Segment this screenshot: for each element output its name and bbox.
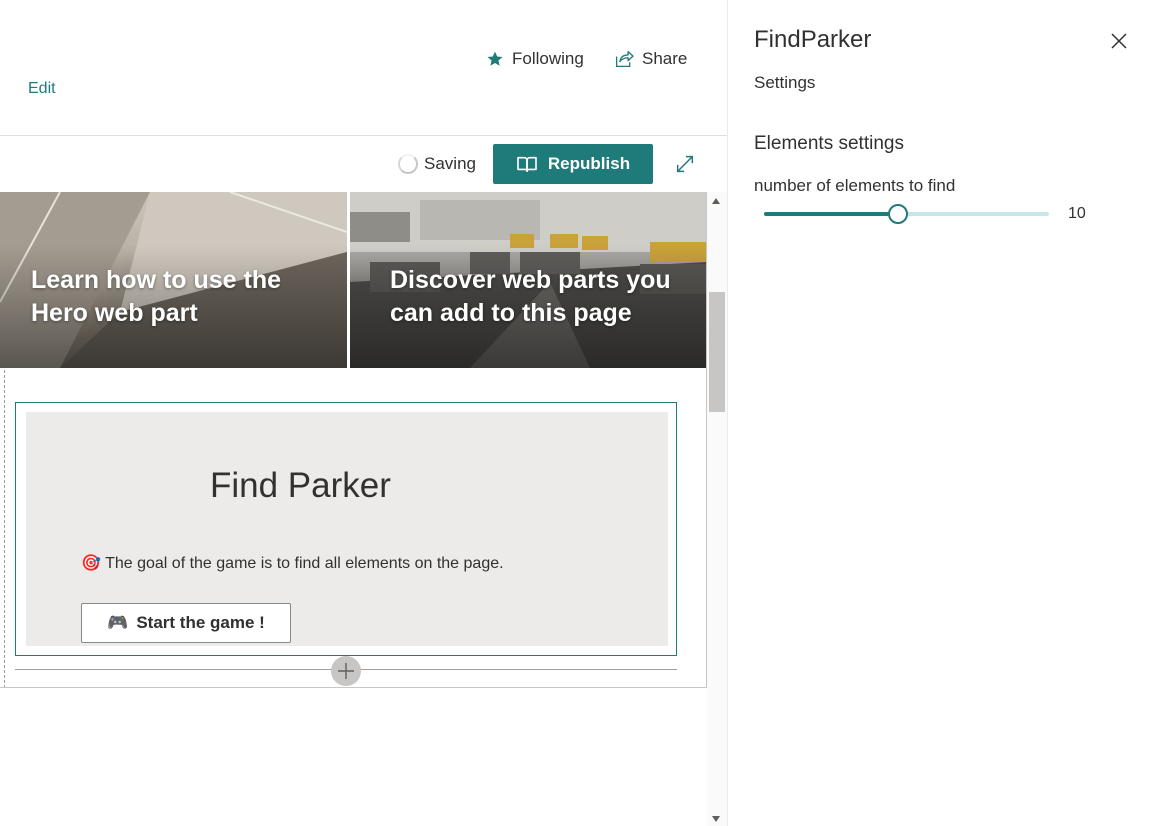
group-title: Elements settings xyxy=(754,133,904,154)
hero-tile[interactable]: Discover web parts you can add to this p… xyxy=(350,192,706,368)
scroll-thumb[interactable] xyxy=(709,292,725,412)
edit-link[interactable]: Edit xyxy=(28,80,56,98)
property-pane: FindParker Settings Elements settings nu… xyxy=(727,0,1152,826)
close-icon[interactable] xyxy=(1110,32,1128,50)
saving-status: Saving xyxy=(398,154,476,174)
slider-thumb[interactable] xyxy=(888,204,908,224)
book-icon xyxy=(517,156,537,173)
scroll-down-arrow-icon[interactable] xyxy=(712,816,720,822)
slider-label: number of elements to find xyxy=(754,176,956,195)
game-title: Find Parker xyxy=(210,466,391,505)
header-divider xyxy=(0,135,727,136)
findparker-webpart[interactable]: Find Parker 🎯 The goal of the game is to… xyxy=(15,402,677,656)
expand-icon[interactable] xyxy=(674,153,696,175)
share-button[interactable]: Share xyxy=(614,49,687,69)
plus-icon xyxy=(338,663,354,679)
vertical-scrollbar[interactable] xyxy=(707,192,727,826)
slider-value: 10 xyxy=(1068,205,1086,222)
game-description-text: The goal of the game is to find all elem… xyxy=(105,555,504,572)
start-game-label: Start the game ! xyxy=(136,613,265,632)
following-label: Following xyxy=(512,49,584,68)
share-icon xyxy=(615,50,634,68)
scroll-up-arrow-icon[interactable] xyxy=(712,198,720,204)
gamepad-icon: 🎮 xyxy=(107,613,129,632)
target-icon: 🎯 xyxy=(81,555,101,572)
app-root: Edit Following Share Saving Republish Le… xyxy=(0,0,1152,826)
following-button[interactable]: Following xyxy=(486,49,584,69)
hero-tile[interactable]: Learn how to use the Hero web part xyxy=(0,192,347,368)
pane-title: FindParker xyxy=(754,26,872,53)
add-section-button[interactable] xyxy=(331,656,361,686)
section-guide xyxy=(4,370,5,687)
pane-subtitle: Settings xyxy=(754,73,816,92)
republish-button[interactable]: Republish xyxy=(493,144,653,184)
saving-label: Saving xyxy=(424,154,476,173)
share-label: Share xyxy=(642,49,688,68)
page-canvas[interactable]: Learn how to use the Hero web part Disco… xyxy=(0,192,707,688)
game-description: 🎯 The goal of the game is to find all el… xyxy=(81,552,521,575)
game-box: Find Parker 🎯 The goal of the game is to… xyxy=(26,412,668,646)
republish-label: Republish xyxy=(547,154,631,173)
start-game-button[interactable]: 🎮 Start the game ! xyxy=(81,603,291,643)
page-area: Edit Following Share Saving Republish Le… xyxy=(0,0,727,826)
hero-title: Learn how to use the Hero web part xyxy=(31,266,282,327)
star-icon xyxy=(487,51,503,66)
elements-count-slider[interactable] xyxy=(764,203,1049,225)
spinner-icon xyxy=(398,154,418,174)
hero-title: Discover web parts you can add to this p… xyxy=(390,266,671,327)
slider-fill xyxy=(764,212,898,216)
